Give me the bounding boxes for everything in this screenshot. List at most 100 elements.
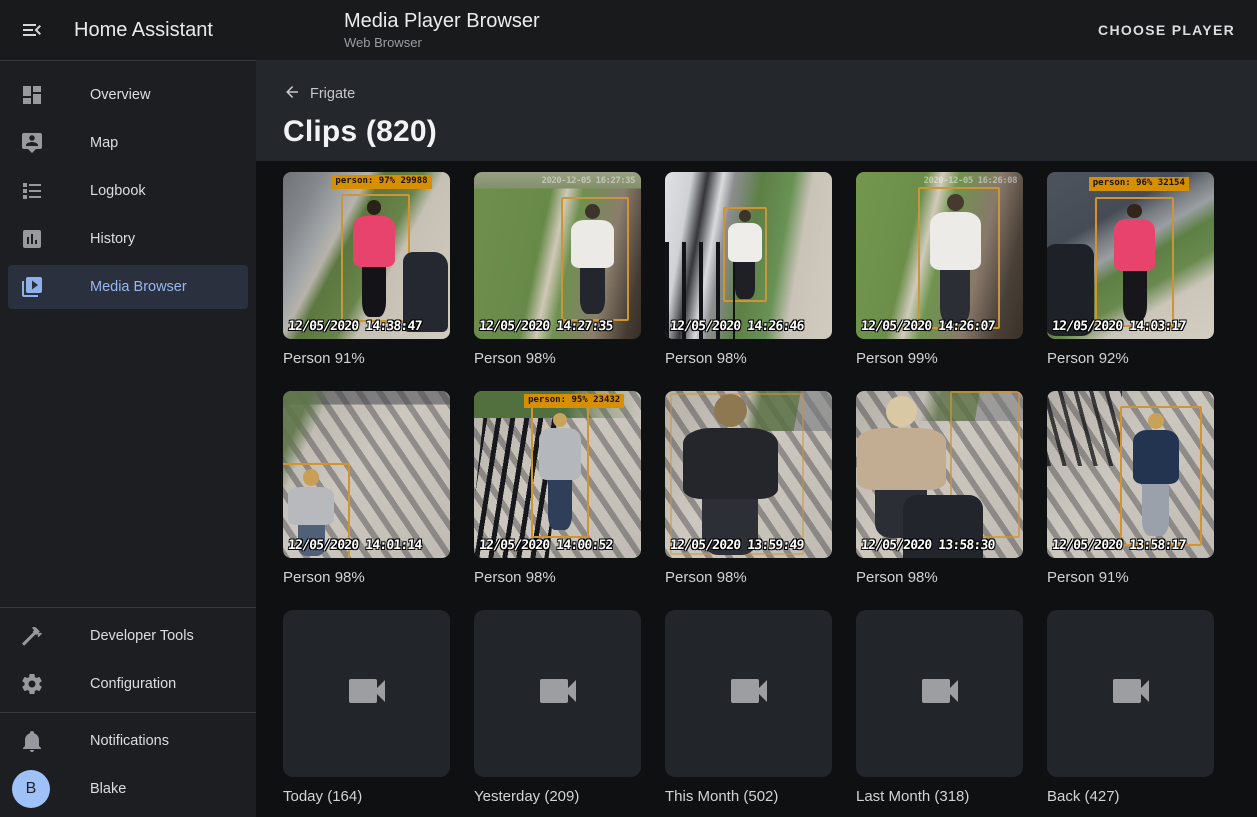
sidebar-item-notifications[interactable]: Notifications — [0, 717, 256, 765]
sidebar-toggle-button[interactable] — [20, 18, 44, 42]
clip-card[interactable]: 12/05/2020 14:01:14 Person 98% — [283, 391, 450, 586]
figure-torso — [1133, 430, 1179, 484]
menu-open-icon — [20, 30, 44, 45]
page-heading-clips: Clips (820) — [283, 115, 1257, 149]
clip-thumbnail: 12/05/2020 13:59:49 — [665, 391, 832, 558]
figure-torso — [288, 487, 334, 525]
clip-card[interactable]: 12/05/2020 13:58:17 Person 91% — [1047, 391, 1214, 586]
sidebar-item-logbook[interactable]: Logbook — [0, 167, 256, 215]
sidebar-item-overview[interactable]: Overview — [0, 71, 256, 119]
clip-card[interactable]: 12/05/2020 13:58:30 Person 98% — [856, 391, 1023, 586]
folder-card-this-month[interactable]: This Month (502) — [665, 610, 832, 805]
clip-timestamp-overlay: 12/05/2020 14:03:17 — [1051, 319, 1186, 334]
figure-head — [1127, 204, 1141, 218]
folder-label: This Month (502) — [665, 788, 832, 805]
choose-player-button[interactable]: CHOOSE PLAYER — [1090, 14, 1243, 46]
sidebar-item-media-browser[interactable]: Media Browser — [0, 263, 256, 311]
clip-card[interactable]: 12/05/2020 14:26:46 Person 98% — [665, 172, 832, 367]
clip-timestamp-overlay: 12/05/2020 14:27:35 — [478, 319, 613, 334]
clip-timestamp-overlay: 12/05/2020 14:00:52 — [478, 538, 613, 553]
folder-label: Last Month (318) — [856, 788, 1023, 805]
clip-timestamp-overlay: 12/05/2020 14:38:47 — [287, 319, 422, 334]
clip-caption: Person 98% — [665, 350, 832, 367]
sidebar-tools-nav: Developer Tools Configuration — [0, 608, 256, 712]
folder-label: Today (164) — [283, 788, 450, 805]
clip-caption: Person 98% — [474, 350, 641, 367]
sidebar-item-label: Overview — [90, 87, 150, 103]
bell-icon — [20, 729, 44, 753]
clip-timestamp-overlay: 12/05/2020 13:59:49 — [669, 538, 804, 553]
clip-thumbnail: person: 95% 23432 12/05/2020 14:00:52 — [474, 391, 641, 558]
figure-legs — [940, 270, 970, 324]
figure-legs — [580, 268, 605, 314]
folder-card-today[interactable]: Today (164) — [283, 610, 450, 805]
figure-torso — [857, 428, 946, 490]
person-figure — [678, 394, 782, 554]
folder-thumbnail — [665, 610, 832, 777]
detection-label: person: 96% 32154 — [1089, 177, 1189, 191]
clip-caption: Person 98% — [474, 569, 641, 586]
sidebar-item-label: Media Browser — [90, 279, 187, 295]
figure-head — [714, 394, 747, 427]
sidebar-item-label: Notifications — [90, 733, 169, 749]
sidebar-footer-nav: Notifications B Blake — [0, 713, 256, 817]
figure-torso — [539, 428, 580, 479]
clip-timestamp-overlay: 12/05/2020 14:01:14 — [287, 538, 422, 553]
video-camera-icon — [343, 667, 391, 720]
figure-head — [1148, 413, 1164, 429]
figure-head — [553, 413, 567, 427]
sidebar-item-history[interactable]: History — [0, 215, 256, 263]
figure-head — [367, 200, 381, 214]
detection-label: person: 95% 23432 — [524, 394, 624, 408]
video-camera-icon — [1107, 667, 1155, 720]
page-title-block: Media Player Browser Web Browser — [344, 9, 540, 51]
clip-caption: Person 98% — [283, 569, 450, 586]
clip-caption: Person 98% — [856, 569, 1023, 586]
figure-head — [886, 396, 917, 427]
figure-legs — [1123, 271, 1147, 321]
folder-label: Yesterday (209) — [474, 788, 641, 805]
person-figure — [537, 413, 582, 530]
folder-label: Back (427) — [1047, 788, 1214, 805]
breadcrumb-back-frigate[interactable]: Frigate — [283, 83, 355, 105]
person-figure — [569, 204, 616, 314]
sidebar-spacer — [0, 315, 256, 607]
clip-card[interactable]: person: 97% 29988 12/05/2020 14:38:47 Pe… — [283, 172, 450, 367]
figure-torso — [571, 220, 614, 268]
figure-legs — [1142, 484, 1169, 536]
clip-thumbnail: 12/05/2020 13:58:17 — [1047, 391, 1214, 558]
figure-head — [303, 469, 319, 485]
folder-card-last-month[interactable]: Last Month (318) — [856, 610, 1023, 805]
camera-osd-timestamp: 2020-12-05 16:26:08 — [924, 176, 1017, 186]
sidebar-item-label: Logbook — [90, 183, 146, 199]
clip-caption: Person 91% — [283, 350, 450, 367]
user-name-label: Blake — [90, 781, 126, 797]
clip-card[interactable]: person: 96% 32154 12/05/2020 14:03:17 Pe… — [1047, 172, 1214, 367]
figure-torso — [728, 223, 762, 262]
clip-card[interactable]: 12/05/2020 13:59:49 Person 98% — [665, 391, 832, 586]
sidebar-item-label: History — [90, 231, 135, 247]
sidebar-item-configuration[interactable]: Configuration — [0, 660, 256, 708]
sidebar-item-user-profile[interactable]: B Blake — [0, 765, 256, 813]
arrow-left-icon — [283, 83, 301, 105]
app-bar-left: Home Assistant — [0, 18, 256, 42]
page-title: Media Player Browser — [344, 9, 540, 34]
camera-osd-timestamp: 2020-12-05 16:27:35 — [542, 176, 635, 186]
clip-caption: Person 91% — [1047, 569, 1214, 586]
app-title: Home Assistant — [74, 19, 213, 42]
clip-thumbnail: 12/05/2020 13:58:30 — [856, 391, 1023, 558]
history-chart-icon — [20, 227, 44, 251]
clip-thumbnail: 12/05/2020 14:26:46 — [665, 172, 832, 339]
sidebar-item-map[interactable]: Map — [0, 119, 256, 167]
folder-card-yesterday[interactable]: Yesterday (209) — [474, 610, 641, 805]
clip-card[interactable]: person: 95% 23432 12/05/2020 14:00:52 Pe… — [474, 391, 641, 586]
clip-card[interactable]: 2020-12-05 16:27:35 12/05/2020 14:27:35 … — [474, 172, 641, 367]
map-person-icon — [20, 131, 44, 155]
clip-timestamp-overlay: 12/05/2020 13:58:17 — [1051, 538, 1186, 553]
clip-timestamp-overlay: 12/05/2020 14:26:46 — [669, 319, 804, 334]
figure-head — [947, 194, 965, 212]
folder-card-back[interactable]: Back (427) — [1047, 610, 1214, 805]
page-subtitle: Web Browser — [344, 35, 540, 51]
clip-card[interactable]: 2020-12-05 16:26:08 12/05/2020 14:26:07 … — [856, 172, 1023, 367]
sidebar-item-developer-tools[interactable]: Developer Tools — [0, 612, 256, 660]
